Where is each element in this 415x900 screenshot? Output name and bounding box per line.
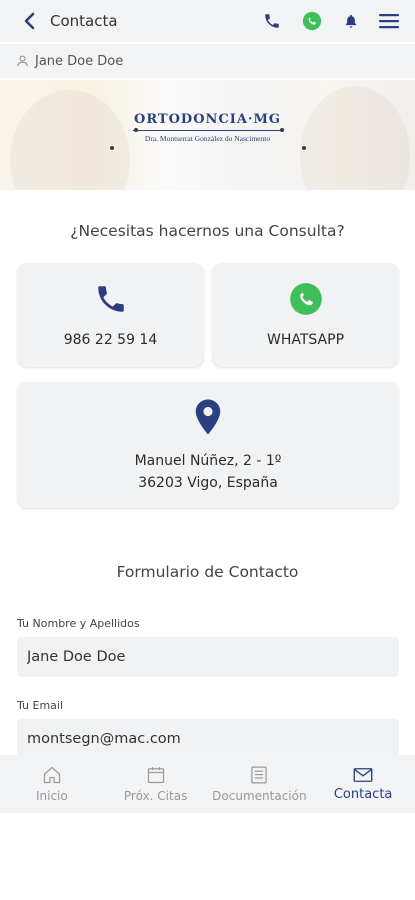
phone-icon xyxy=(97,286,124,312)
phone-number: 986 22 59 14 xyxy=(63,332,158,348)
menu-icon xyxy=(379,14,399,29)
clinic-logo: ORTODONCIA·MG Dra. Montserrat González d… xyxy=(0,112,415,143)
calendar-icon xyxy=(147,767,164,784)
name-field-label: Tu Nombre y Apellidos xyxy=(17,617,140,630)
mail-icon xyxy=(353,767,373,782)
clinic-banner: ORTODONCIA·MG Dra. Montserrat González d… xyxy=(0,80,415,190)
user-icon xyxy=(17,55,28,67)
page-title: Contacta xyxy=(50,12,118,30)
notifications-button[interactable] xyxy=(343,13,359,30)
whatsapp-icon xyxy=(302,11,322,31)
user-bar: Jane Doe Doe xyxy=(0,44,415,78)
whatsapp-card[interactable]: WHATSAPP xyxy=(212,263,399,367)
bell-icon xyxy=(345,14,357,28)
tab-proximas-citas[interactable]: Próx. Citas xyxy=(104,755,208,813)
whatsapp-icon xyxy=(289,283,322,315)
call-button[interactable] xyxy=(263,12,281,30)
tab-label: Contacta xyxy=(333,786,393,802)
tab-contacta[interactable]: Contacta xyxy=(311,755,415,813)
form-title: Formulario de Contacto xyxy=(116,563,299,581)
phone-card[interactable]: 986 22 59 14 xyxy=(17,263,204,367)
tab-documentacion[interactable]: Documentación xyxy=(208,755,312,813)
tab-label: Documentación xyxy=(212,789,307,803)
document-list-icon xyxy=(251,766,268,784)
email-field[interactable] xyxy=(17,719,399,759)
location-pin-icon xyxy=(195,399,221,435)
tab-label: Próx. Citas xyxy=(123,789,188,803)
user-name: Jane Doe Doe xyxy=(35,53,124,69)
whatsapp-label: WHATSAPP xyxy=(266,332,345,348)
clinic-brand: ORTODONCIA·MG xyxy=(134,112,281,127)
contact-question: ¿Necesitas hacernos una Consulta? xyxy=(70,222,345,240)
clinic-doctor: Dra. Montserrat González do Nascimento xyxy=(144,134,271,143)
back-icon xyxy=(24,12,35,30)
address-card[interactable]: Manuel Núñez, 2 - 1º 36203 Vigo, España xyxy=(17,382,399,508)
address-line-2: 36203 Vigo, España xyxy=(138,475,278,491)
top-bar: Contacta xyxy=(0,0,415,42)
home-icon xyxy=(43,766,60,784)
menu-button[interactable] xyxy=(379,13,399,29)
email-field-label: Tu Email xyxy=(17,699,64,712)
whatsapp-button[interactable] xyxy=(301,10,323,32)
address-line-1: Manuel Núñez, 2 - 1º xyxy=(134,453,282,469)
back-button[interactable] xyxy=(14,0,44,42)
tab-inicio[interactable]: Inicio xyxy=(0,755,104,813)
phone-icon xyxy=(265,14,279,28)
name-field[interactable] xyxy=(17,637,399,677)
tab-label: Inicio xyxy=(35,789,68,803)
bottom-tab-bar: Inicio Próx. Citas Documentación Contact… xyxy=(0,755,415,813)
